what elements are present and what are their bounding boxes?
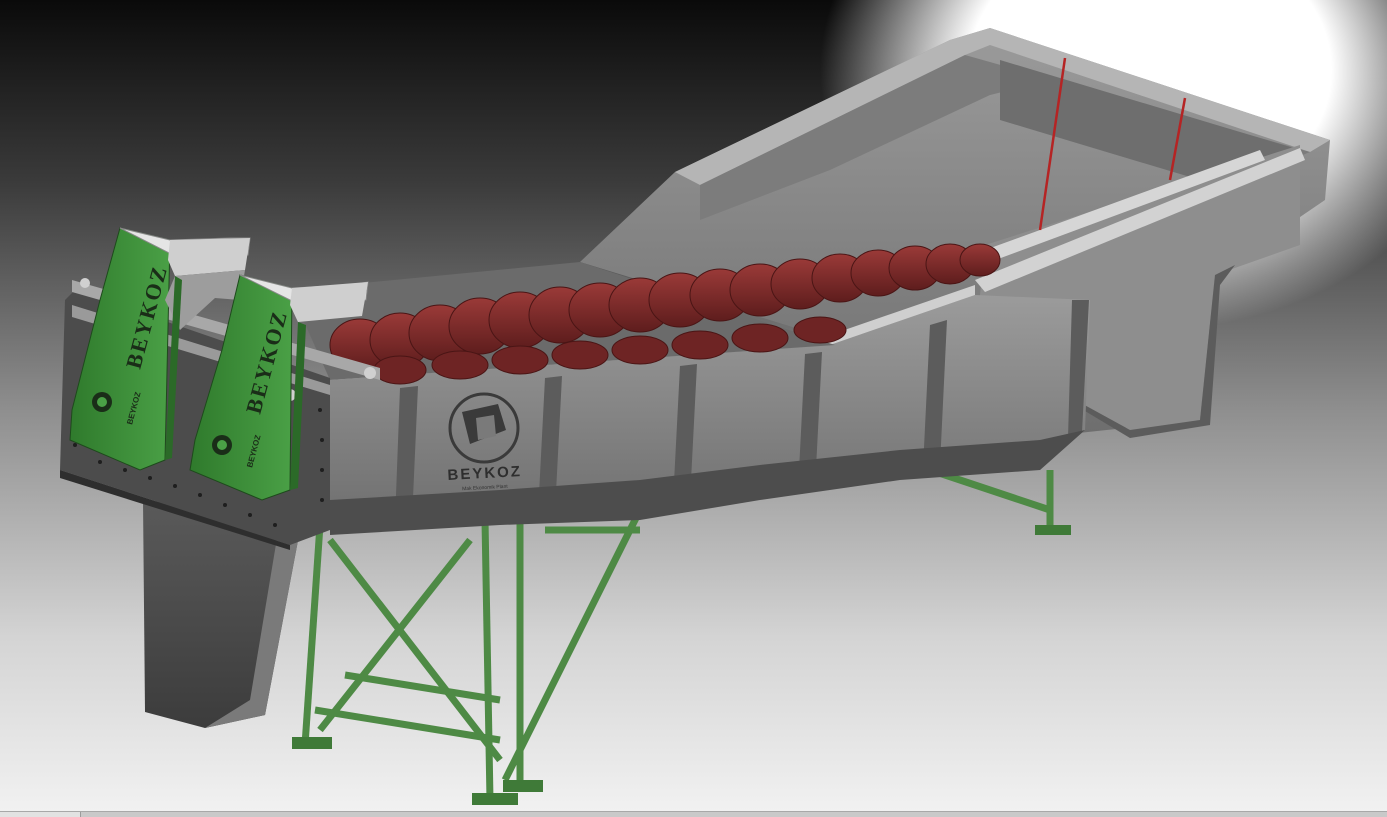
frame-feet — [292, 525, 1071, 805]
sand-washer-model[interactable]: BEYKOZ Mak Ekonomik Plant BEYKOZ BEYKOZ … — [0, 0, 1387, 811]
status-bar-cell — [0, 812, 81, 817]
drive-left-logo-icon — [92, 392, 112, 412]
cad-viewport[interactable]: BEYKOZ Mak Ekonomik Plant BEYKOZ BEYKOZ … — [0, 0, 1387, 817]
status-bar — [0, 811, 1387, 817]
drive-right-logo-icon — [212, 435, 232, 455]
